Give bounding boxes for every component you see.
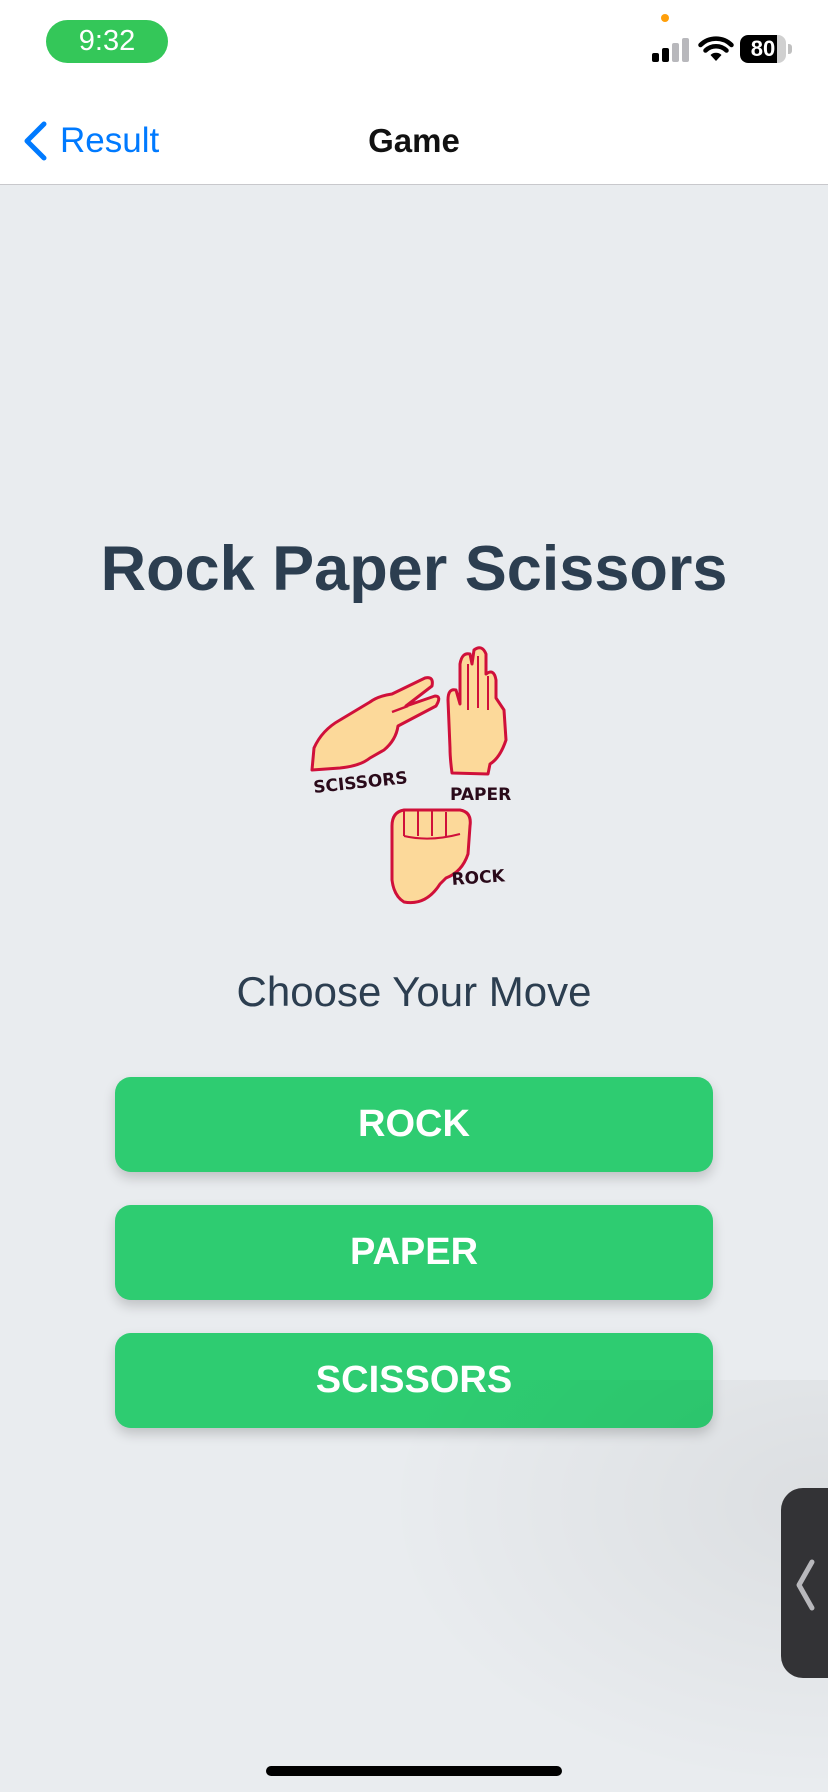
battery-percentage: 80: [750, 36, 776, 61]
rock-caption: ROCK: [451, 866, 506, 890]
chevron-left-icon: [24, 121, 47, 161]
choose-move-heading: Choose Your Move: [236, 968, 592, 1015]
rock-paper-scissors-illustration: SCISSORS PAPER ROCK: [310, 646, 511, 905]
wifi-icon: [698, 36, 734, 61]
signal-bar: [682, 38, 689, 62]
back-button-label: Result: [60, 121, 160, 160]
page-title: Rock Paper Scissors: [100, 534, 728, 604]
home-indicator[interactable]: [266, 1766, 562, 1776]
background-shade: [380, 1380, 828, 1792]
scissors-button[interactable]: SCISSORS: [115, 1333, 713, 1428]
battery-cap: [788, 44, 792, 54]
paper-hand-icon: PAPER: [446, 646, 511, 805]
battery-body: 80: [740, 35, 786, 63]
paper-caption: PAPER: [450, 785, 511, 805]
status-time: 9:32: [46, 20, 168, 63]
scissors-hand-icon: SCISSORS: [310, 676, 441, 798]
nav-title: Game: [368, 122, 460, 159]
scissors-caption: SCISSORS: [312, 768, 408, 798]
chevron-left-icon: [796, 1559, 815, 1611]
back-button[interactable]: Result: [22, 118, 159, 164]
side-panel-handle[interactable]: [781, 1488, 828, 1678]
paper-button[interactable]: PAPER: [115, 1205, 713, 1300]
top-bar: 9:32 80 Result Game: [0, 0, 828, 185]
cellular-signal-icon: [652, 38, 690, 62]
signal-bar: [672, 43, 679, 62]
rock-button[interactable]: ROCK: [115, 1077, 713, 1172]
signal-bar: [662, 48, 669, 62]
rock-fist-icon: ROCK: [390, 808, 506, 905]
battery-icon: 80: [740, 35, 794, 63]
privacy-indicator-dot: [661, 14, 669, 22]
signal-bar: [652, 53, 659, 62]
